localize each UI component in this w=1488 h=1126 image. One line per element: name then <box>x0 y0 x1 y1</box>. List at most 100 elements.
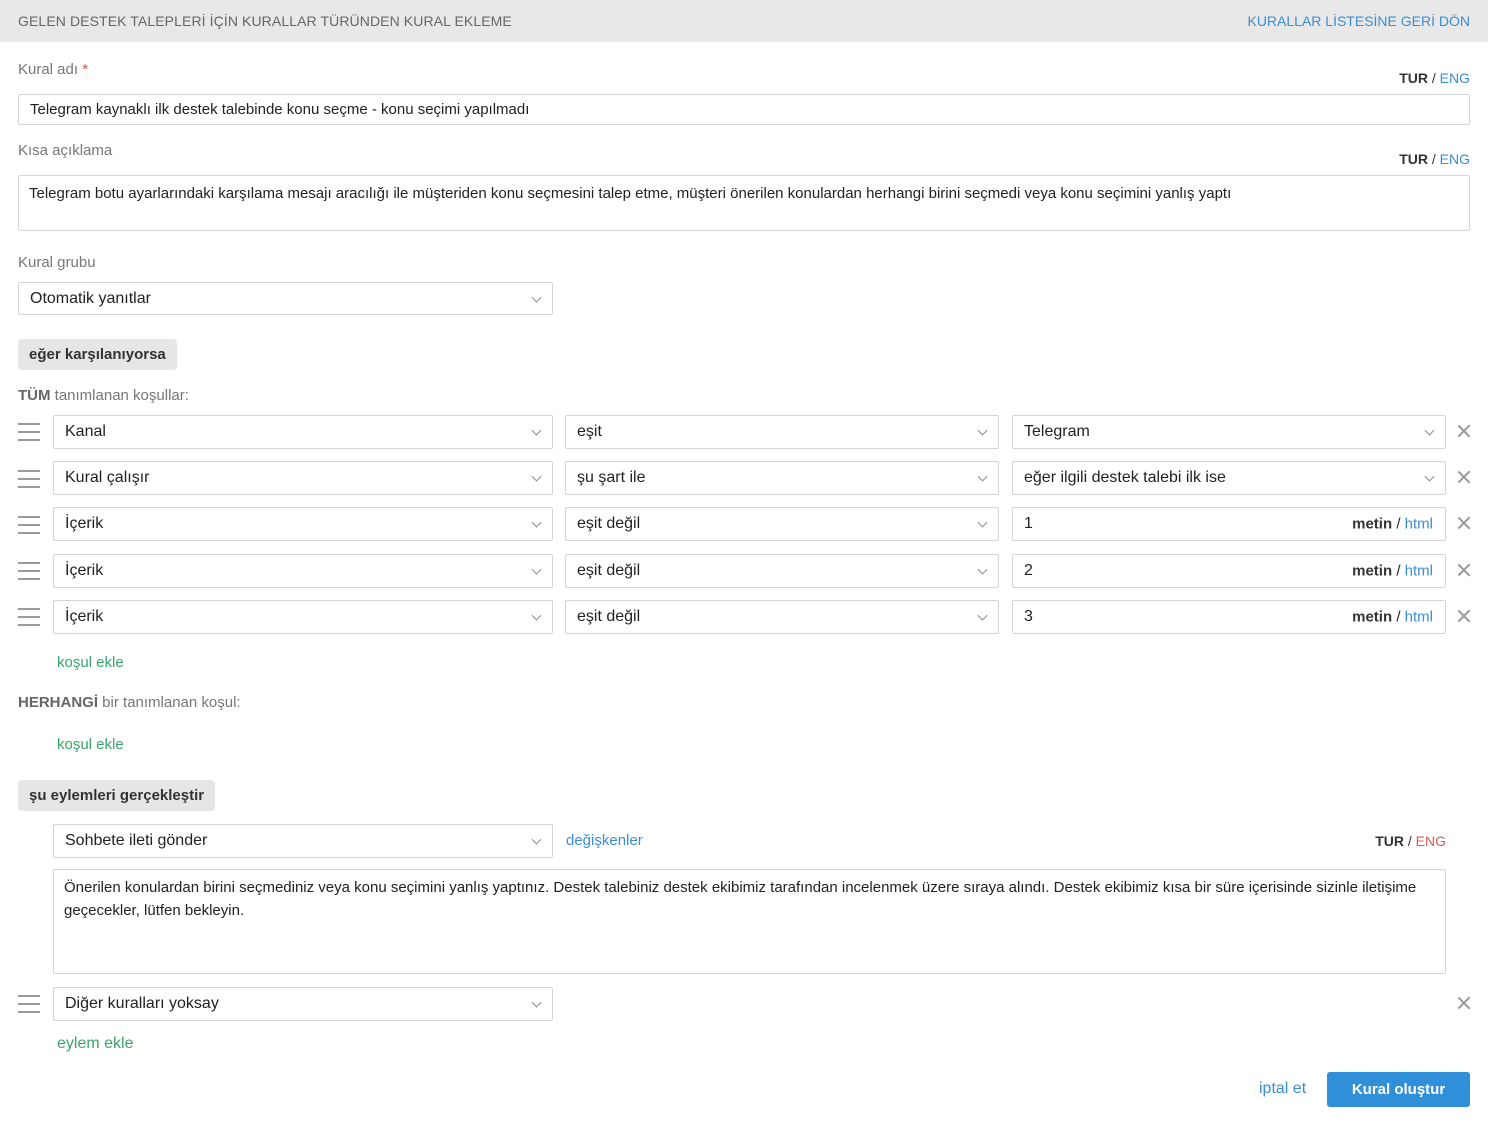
all-rest: tanımlanan koşullar: <box>50 387 189 404</box>
action-type-value: Diğer kuralları yoksay <box>65 995 219 1012</box>
condition-value-input[interactable]: 1 metin / html <box>1012 507 1446 541</box>
cancel-link[interactable]: iptal et <box>1259 1080 1306 1098</box>
condition-operator-select[interactable]: eşit değil <box>565 507 999 541</box>
if-conditions-pill: eğer karşılanıyorsa <box>18 339 177 370</box>
rule-name-label: Kural adı * <box>18 61 88 78</box>
lang-tur[interactable]: TUR <box>1375 833 1404 849</box>
condition-field-select[interactable]: Kural çalışır <box>53 461 553 495</box>
chevron-down-icon <box>531 425 542 436</box>
mode-text[interactable]: metin <box>1352 516 1392 533</box>
condition-value-select[interactable]: eğer ilgili destek talebi ilk ise <box>1012 461 1446 495</box>
chevron-down-icon <box>531 834 542 845</box>
page-header: GELEN DESTEK TALEPLERİ İÇİN KURALLAR TÜR… <box>0 0 1488 42</box>
any-rest: bir tanımlanan koşul: <box>98 694 241 711</box>
condition-value-select[interactable]: Telegram <box>1012 415 1446 449</box>
remove-condition-icon[interactable] <box>1457 563 1471 577</box>
chevron-down-icon <box>531 517 542 528</box>
condition-field-select[interactable]: İçerik <box>53 554 553 588</box>
chevron-down-icon <box>977 425 988 436</box>
condition-value-input[interactable]: 3 metin / html <box>1012 600 1446 634</box>
variables-link[interactable]: değişkenler <box>566 832 643 849</box>
condition-field-value: İçerik <box>65 515 104 532</box>
text-html-toggle: metin / html <box>1352 609 1433 626</box>
add-action-link[interactable]: eylem ekle <box>57 1035 133 1053</box>
drag-handle-icon[interactable] <box>18 516 40 534</box>
condition-field-select[interactable]: İçerik <box>53 600 553 634</box>
drag-handle-icon[interactable] <box>18 608 40 626</box>
short-desc-label: Kısa açıklama <box>18 142 113 159</box>
remove-condition-icon[interactable] <box>1457 470 1471 484</box>
rule-name-label-text: Kural adı <box>18 61 79 78</box>
chevron-down-icon <box>531 471 542 482</box>
chevron-down-icon <box>531 997 542 1008</box>
drag-handle-icon[interactable] <box>18 423 40 441</box>
chevron-down-icon <box>531 610 542 621</box>
mode-text[interactable]: metin <box>1352 609 1392 626</box>
mode-html[interactable]: html <box>1405 609 1433 626</box>
all-conditions-label: TÜM tanımlanan koşullar: <box>18 387 189 404</box>
condition-value-text: Telegram <box>1024 423 1090 440</box>
add-condition-any-link[interactable]: koşul ekle <box>57 736 124 753</box>
action-type-select[interactable]: Diğer kuralları yoksay <box>53 987 553 1021</box>
drag-handle-icon[interactable] <box>18 470 40 488</box>
condition-operator-value: şu şart ile <box>577 469 646 486</box>
chevron-down-icon <box>977 517 988 528</box>
condition-value-input[interactable]: 2 metin / html <box>1012 554 1446 588</box>
mode-sep: / <box>1396 515 1401 533</box>
mode-sep: / <box>1396 608 1401 626</box>
drag-handle-icon[interactable] <box>18 562 40 580</box>
remove-condition-icon[interactable] <box>1457 609 1471 623</box>
condition-field-value: Kural çalışır <box>65 469 150 486</box>
condition-operator-value: eşit <box>577 423 602 440</box>
action-type-value: Sohbete ileti gönder <box>65 832 208 849</box>
lang-eng[interactable]: ENG <box>1440 151 1470 167</box>
back-to-rules-link[interactable]: KURALLAR LİSTESİNE GERİ DÖN <box>1247 13 1470 29</box>
mode-text[interactable]: metin <box>1352 563 1392 580</box>
short-desc-textarea[interactable]: Telegram botu ayarlarındaki karşılama me… <box>18 175 1470 231</box>
condition-field-value: İçerik <box>65 608 104 625</box>
chevron-down-icon <box>977 564 988 575</box>
lang-eng[interactable]: ENG <box>1440 70 1470 86</box>
remove-condition-icon[interactable] <box>1457 516 1471 530</box>
message-lang-switch: TUR / ENG <box>1375 833 1446 849</box>
condition-value-text: 2 <box>1024 562 1033 579</box>
rule-group-select[interactable]: Otomatik yanıtlar <box>18 282 553 315</box>
required-mark: * <box>82 61 89 78</box>
page-title: GELEN DESTEK TALEPLERİ İÇİN KURALLAR TÜR… <box>18 13 512 29</box>
condition-value-text: eğer ilgili destek talebi ilk ise <box>1024 469 1226 486</box>
lang-sep: / <box>1431 151 1436 167</box>
lang-tur[interactable]: TUR <box>1399 151 1428 167</box>
condition-field-value: İçerik <box>65 562 104 579</box>
add-condition-all-link[interactable]: koşul ekle <box>57 654 124 671</box>
condition-operator-value: eşit değil <box>577 515 641 532</box>
mode-sep: / <box>1396 562 1401 580</box>
rule-name-input[interactable]: Telegram kaynaklı ilk destek talebinde k… <box>18 94 1470 125</box>
short-desc-lang-switch: TUR / ENG <box>1399 151 1470 167</box>
remove-action-icon[interactable] <box>1457 996 1471 1010</box>
condition-field-select[interactable]: Kanal <box>53 415 553 449</box>
rule-group-value: Otomatik yanıtlar <box>30 289 151 307</box>
mode-html[interactable]: html <box>1405 516 1433 533</box>
text-html-toggle: metin / html <box>1352 563 1433 580</box>
condition-field-select[interactable]: İçerik <box>53 507 553 541</box>
lang-eng[interactable]: ENG <box>1416 833 1446 849</box>
condition-operator-select[interactable]: şu şart ile <box>565 461 999 495</box>
actions-pill: şu eylemleri gerçekleştir <box>18 780 216 811</box>
condition-operator-value: eşit değil <box>577 562 641 579</box>
remove-condition-icon[interactable] <box>1457 424 1471 438</box>
condition-operator-select[interactable]: eşit değil <box>565 600 999 634</box>
any-conditions-label: HERHANGİ bir tanımlanan koşul: <box>18 694 241 711</box>
message-textarea[interactable]: Önerilen konulardan birini seçmediniz ve… <box>53 869 1446 974</box>
chevron-down-icon <box>977 471 988 482</box>
condition-operator-select[interactable]: eşit <box>565 415 999 449</box>
action-type-select[interactable]: Sohbete ileti gönder <box>53 824 553 858</box>
any-strong: HERHANGİ <box>18 694 99 711</box>
mode-html[interactable]: html <box>1405 563 1433 580</box>
create-rule-button[interactable]: Kural oluştur <box>1327 1072 1470 1107</box>
condition-operator-select[interactable]: eşit değil <box>565 554 999 588</box>
chevron-down-icon <box>977 610 988 621</box>
lang-tur[interactable]: TUR <box>1399 70 1428 86</box>
chevron-down-icon <box>1424 425 1435 436</box>
condition-value-text: 1 <box>1024 515 1033 532</box>
drag-handle-icon[interactable] <box>18 995 40 1013</box>
